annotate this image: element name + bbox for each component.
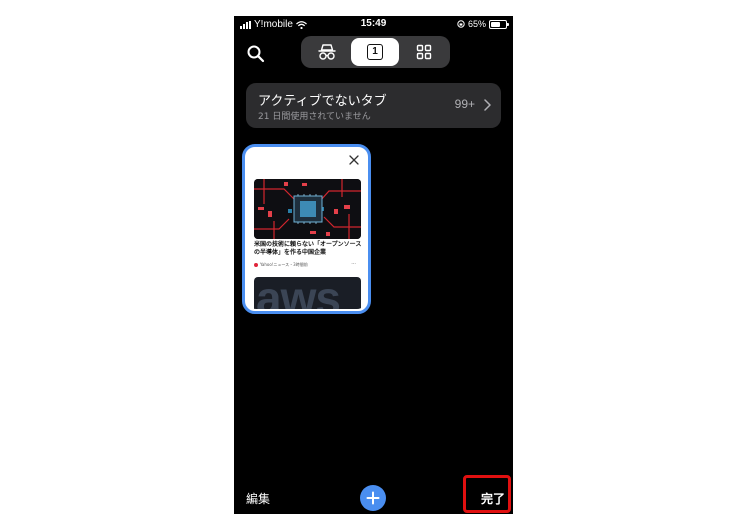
phone-screen: Y!mobile 15:49 65% 1 アクティブでないタブ 21 日間使用さ… bbox=[234, 16, 513, 514]
incognito-icon bbox=[318, 44, 336, 60]
inactive-tabs-title: アクティブでないタブ bbox=[258, 94, 387, 109]
battery-icon bbox=[489, 19, 509, 29]
tab-count-icon: 1 bbox=[367, 44, 383, 60]
regular-tabs-button[interactable]: 1 bbox=[351, 38, 399, 66]
orientation-lock-icon bbox=[457, 20, 465, 28]
aws-text: aws bbox=[256, 277, 341, 309]
inactive-tabs-row[interactable]: アクティブでないタブ 21 日間使用されていません 99+ bbox=[246, 83, 501, 128]
status-bar: Y!mobile 15:49 65% bbox=[234, 16, 513, 34]
battery-percent: 65% bbox=[467, 19, 486, 29]
circuit-board-image bbox=[254, 179, 361, 239]
edit-button[interactable]: 編集 bbox=[246, 490, 270, 507]
search-icon bbox=[247, 45, 265, 63]
inactive-tabs-count: 99+ bbox=[454, 97, 475, 111]
search-button[interactable] bbox=[246, 44, 266, 64]
tab-mode-switcher: 1 bbox=[301, 36, 450, 68]
tab-groups-button[interactable] bbox=[400, 38, 448, 66]
tab-count-label: 1 bbox=[372, 46, 378, 57]
plus-icon bbox=[366, 491, 380, 505]
article-source-label: Yahoo!ニュース・3時間前 bbox=[260, 262, 308, 267]
tab-card[interactable]: 米国の技術に頼らない「オープンソースの半導体」を作る中国企業 Yahoo!ニュー… bbox=[242, 144, 371, 314]
article-headline: 米国の技術に頼らない「オープンソースの半導体」を作る中国企業 bbox=[254, 241, 362, 256]
close-icon[interactable] bbox=[348, 154, 360, 166]
source-logo-icon bbox=[254, 263, 258, 267]
incognito-tabs-button[interactable] bbox=[303, 38, 351, 66]
chevron-right-icon bbox=[484, 99, 491, 111]
status-right: 65% bbox=[457, 19, 509, 29]
more-icon: ··· bbox=[351, 261, 356, 267]
battery-fill bbox=[491, 21, 501, 27]
article-thumbnail bbox=[254, 179, 361, 239]
inactive-tabs-subtitle: 21 日間使用されていません bbox=[258, 112, 371, 122]
grid-icon bbox=[416, 44, 432, 60]
article-source: Yahoo!ニュース・3時間前 bbox=[254, 262, 308, 268]
new-tab-button[interactable] bbox=[360, 485, 386, 511]
tab-card-content: 米国の技術に頼らない「オープンソースの半導体」を作る中国企業 Yahoo!ニュー… bbox=[247, 149, 366, 309]
done-highlight-box bbox=[463, 475, 511, 513]
aws-banner: aws bbox=[254, 277, 361, 309]
